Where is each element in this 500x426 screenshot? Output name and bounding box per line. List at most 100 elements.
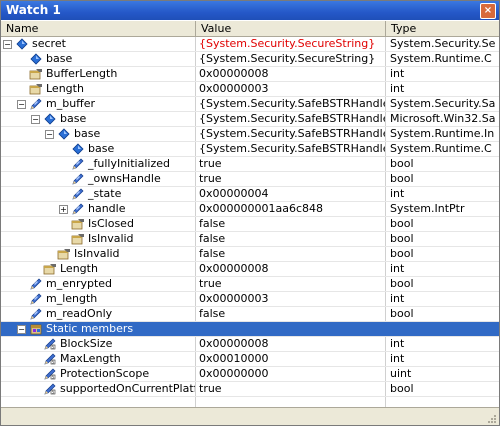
collapse-icon[interactable]: − [31,115,40,124]
watch-row[interactable]: SsupportedOnCurrentPlatfo true bool [1,382,499,397]
row-type: int [390,337,405,350]
row-name: Length [60,262,98,275]
row-name: BlockSize [60,337,113,350]
row-name-cell: + handle [1,202,195,216]
row-name-cell: Length [1,82,195,96]
row-name: Length [46,82,84,95]
row-value[interactable]: 0x00000003 [199,82,385,96]
row-value[interactable]: true [199,277,385,291]
property-icon [71,233,85,245]
row-type: int [390,82,405,95]
watch-row[interactable]: m_length 0x00000003 int [1,292,499,307]
row-type: int [390,67,405,80]
row-name: base [60,112,87,125]
row-type: System.Security.Sa [390,97,496,110]
svg-text:S: S [52,345,55,350]
row-type: bool [390,382,414,395]
bottom-bar [1,407,499,425]
row-value[interactable]: {System.Security.SecureString} [199,52,385,66]
row-value[interactable]: false [199,217,385,231]
row-name: MaxLength [60,352,121,365]
column-header-name[interactable]: Name [1,21,196,36]
watch-row[interactable]: BufferLength 0x00000008 int [1,67,499,82]
row-value[interactable]: {System.Security.SecureString} [199,37,385,51]
row-type: int [390,292,405,305]
close-button[interactable]: × [480,3,496,19]
watch-row[interactable]: S ProtectionScope 0x00000000 uint [1,367,499,382]
collapse-icon[interactable]: − [3,40,12,49]
watch-row[interactable]: − secret {System.Security.SecureString} Sys… [1,37,499,52]
row-value[interactable]: true [199,172,385,186]
row-value[interactable]: 0x00000008 [199,337,385,351]
watch-row[interactable]: base {System.Security.SafeBSTRHandle} Syst… [1,142,499,157]
row-value[interactable]: 0x00000008 [199,262,385,276]
column-header-type[interactable]: Type [386,21,499,36]
watch-row[interactable]: − Static members [1,322,499,337]
row-name: IsInvalid [74,247,120,260]
row-name-cell: Length [1,262,195,276]
row-name: Static members [46,322,134,335]
static-field-icon: S [43,368,57,380]
collapse-icon[interactable]: − [17,100,26,109]
row-type: int [390,352,405,365]
expand-icon[interactable]: + [59,205,68,214]
row-type: System.IntPtr [390,202,465,215]
row-name-cell: _fullyInitialized [1,157,195,171]
row-value[interactable]: {System.Security.SafeBSTRHandle} [199,112,385,126]
row-type: bool [390,217,414,230]
resize-grip-icon[interactable] [487,414,497,424]
row-value[interactable]: false [199,307,385,321]
row-type: int [390,187,405,200]
row-name-cell: IsInvalid [1,247,195,261]
row-value[interactable]: false [199,232,385,246]
watch-row[interactable]: IsInvalid false bool [1,232,499,247]
row-type: bool [390,232,414,245]
row-value[interactable]: 0x00000000 [199,367,385,381]
row-value[interactable]: {System.Security.SafeBSTRHandle} [199,127,385,141]
watch-row[interactable]: m_enrypted true bool [1,277,499,292]
row-value[interactable]: 0x00000004 [199,187,385,201]
watch-row[interactable]: _state 0x00000004 int [1,187,499,202]
row-name: secret [32,37,66,50]
row-value[interactable]: false [199,247,385,261]
title-bar[interactable]: Watch 1 × [1,1,499,20]
watch-row[interactable]: Length 0x00000008 int [1,262,499,277]
svg-text:S: S [52,360,55,365]
watch-row[interactable]: m_readOnly false bool [1,307,499,322]
watch-row[interactable]: IsClosed false bool [1,217,499,232]
row-type: bool [390,307,414,320]
row-name: ProtectionScope [60,367,150,380]
property-icon [43,263,57,275]
row-value[interactable]: true [199,157,385,171]
pencil-icon [29,98,43,110]
row-name-cell: S ProtectionScope [1,367,195,381]
watch-row[interactable]: − base {System.Security.SafeBSTRHandle} Sys… [1,127,499,142]
watch-row[interactable]: + handle 0x000000001aa6c848 System.IntPtr [1,202,499,217]
row-type: bool [390,247,414,260]
row-value[interactable] [199,322,385,336]
row-value[interactable]: 0x000000001aa6c848 [199,202,385,216]
watch-row[interactable]: − base {System.Security.SafeBSTRHandle} Mic… [1,112,499,127]
watch-row[interactable]: S BlockSize 0x00000008 int [1,337,499,352]
column-header-value[interactable]: Value [196,21,386,36]
collapse-icon[interactable]: − [45,130,54,139]
row-name-cell: − base [1,127,195,141]
row-type: Microsoft.Win32.Sa [390,112,496,125]
collapse-icon[interactable]: − [17,325,26,334]
row-value[interactable]: 0x00000003 [199,292,385,306]
row-value[interactable]: {System.Security.SafeBSTRHandle} [199,97,385,111]
watch-row[interactable]: S MaxLength 0x00010000 int [1,352,499,367]
row-value[interactable]: true [199,382,385,396]
watch-row[interactable]: base {System.Security.SecureString} System… [1,52,499,67]
row-value[interactable]: {System.Security.SafeBSTRHandle} [199,142,385,156]
svg-text:S: S [52,375,55,380]
row-type: bool [390,277,414,290]
watch-row[interactable]: IsInvalid false bool [1,247,499,262]
watch-row[interactable]: _ownsHandle true bool [1,172,499,187]
watch-row[interactable]: − m_buffer {System.Security.SafeBSTRHandle… [1,97,499,112]
row-value[interactable]: 0x00010000 [199,352,385,366]
watch-row[interactable]: _fullyInitialized true bool [1,157,499,172]
watch-window: Watch 1 × Name Value Type − secret {System… [0,0,500,426]
watch-row[interactable]: Length 0x00000003 int [1,82,499,97]
row-value[interactable]: 0x00000008 [199,67,385,81]
